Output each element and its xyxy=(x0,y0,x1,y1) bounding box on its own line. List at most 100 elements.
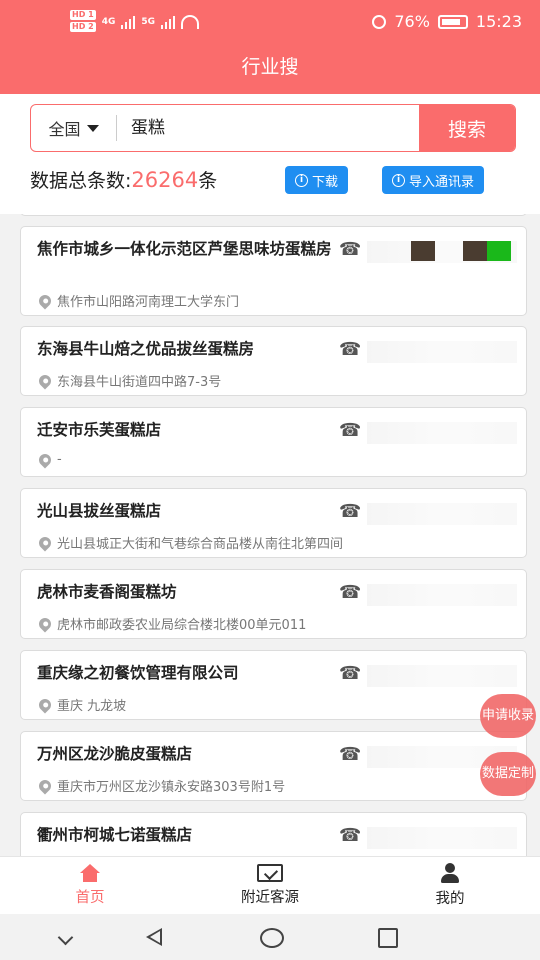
download-label: 下载 xyxy=(312,174,339,190)
business-name: 光山县拔丝蛋糕店 xyxy=(37,502,162,520)
business-address: 虎林市邮政委农业局综合楼北楼00单元011 xyxy=(36,614,307,633)
phone-icon[interactable]: ☎ xyxy=(339,239,361,260)
business-name: 虎林市麦香阁蛋糕坊 xyxy=(37,583,177,601)
phone-number-masked xyxy=(367,665,517,687)
location-pin-icon xyxy=(36,615,54,632)
list-item[interactable]: 迁安市乐芙蛋糕店 ☎ - xyxy=(20,407,527,477)
list-item[interactable]: 焦作市城乡一体化示范区芦堡思味坊蛋糕房 ☎ 焦作市山阳路河南理工大学东门 xyxy=(20,226,527,316)
list-item[interactable]: 光山县拔丝蛋糕店 ☎ 光山县城正大街和气巷综合商品楼从南往北第四间 xyxy=(20,488,527,558)
search-button[interactable]: 搜索 xyxy=(419,105,515,151)
sim-badges: HD 1 HD 2 xyxy=(70,10,96,34)
battery-icon xyxy=(437,14,468,29)
phone-icon[interactable]: ☎ xyxy=(339,663,361,684)
business-name: 衢州市柯城七诺蛋糕店 xyxy=(37,826,193,844)
count-value: 26264 xyxy=(131,168,199,192)
phone-icon[interactable]: ☎ xyxy=(339,744,361,765)
address-text: 重庆市万州区龙沙镇永安路303号附1号 xyxy=(57,780,286,795)
tab-label: 附近客源 xyxy=(241,890,299,906)
tab-nearby[interactable]: 附近客源 xyxy=(180,857,360,914)
location-pin-icon xyxy=(36,696,54,713)
masked-block xyxy=(487,241,511,261)
sim1-badge: HD 1 xyxy=(70,10,96,20)
list-item[interactable]: 虎林市麦香阁蛋糕坊 ☎ 虎林市邮政委农业局综合楼北楼00单元011 xyxy=(20,569,527,639)
import-label: 导入通讯录 xyxy=(409,174,475,190)
profile-icon xyxy=(440,863,460,883)
count-prefix: 数据总条数: xyxy=(30,170,132,192)
tab-home[interactable]: 首页 xyxy=(0,857,180,914)
business-name: 焦作市城乡一体化示范区芦堡思味坊蛋糕房 xyxy=(37,240,332,258)
business-name: 万州区龙沙脆皮蛋糕店 xyxy=(37,745,193,763)
phone-icon[interactable]: ☎ xyxy=(339,825,361,846)
network1-label: 4G xyxy=(101,17,116,27)
phone-number-masked xyxy=(367,503,517,525)
phone-number-masked xyxy=(367,827,517,849)
location-pin-icon xyxy=(36,777,54,794)
region-select[interactable]: 全国 xyxy=(31,115,117,141)
back-icon[interactable] xyxy=(146,928,162,946)
phone-number-masked xyxy=(367,584,517,606)
business-name: 东海县牛山焙之优品拔丝蛋糕房 xyxy=(37,340,255,358)
address-text: 东海县牛山街道四中路7-3号 xyxy=(57,375,222,390)
phone-icon[interactable]: ☎ xyxy=(339,582,361,603)
business-address: 焦作市山阳路河南理工大学东门 xyxy=(36,291,240,310)
phone-icon[interactable]: ☎ xyxy=(339,501,361,522)
page-title: 行业搜 xyxy=(0,46,540,94)
signal1-icon xyxy=(121,15,136,29)
battery-percent: 76% xyxy=(394,12,430,31)
wifi-icon xyxy=(181,15,199,29)
clock: 15:23 xyxy=(475,12,522,31)
sim2-badge: HD 2 xyxy=(70,22,96,32)
location-pin-icon xyxy=(36,451,54,468)
business-address: 东海县牛山街道四中路7-3号 xyxy=(36,371,222,390)
results-list[interactable]: 焦作市城乡一体化示范区芦堡思味坊蛋糕房 ☎ 焦作市山阳路河南理工大学东门 东海县… xyxy=(0,214,540,856)
list-item[interactable]: 东海县牛山焙之优品拔丝蛋糕房 ☎ 东海县牛山街道四中路7-3号 xyxy=(20,326,527,396)
info-icon: i xyxy=(392,173,405,187)
phone-icon[interactable]: ☎ xyxy=(339,339,361,360)
masked-block xyxy=(411,241,435,261)
nearby-icon xyxy=(257,864,283,882)
list-item[interactable]: 重庆缘之初餐饮管理有限公司 ☎ 重庆 九龙坡 xyxy=(20,650,527,720)
business-name: 迁安市乐芙蛋糕店 xyxy=(37,421,162,439)
search-bar: 全国 搜索 xyxy=(30,104,516,152)
hide-nav-icon[interactable] xyxy=(57,929,74,946)
search-input[interactable] xyxy=(117,105,419,151)
recent-apps-icon[interactable] xyxy=(378,928,398,948)
signal2-icon xyxy=(161,15,175,29)
import-contacts-button[interactable]: i 导入通讯录 xyxy=(382,166,485,194)
tab-label: 首页 xyxy=(75,890,105,906)
list-item-partial[interactable] xyxy=(20,214,527,216)
phone-number-masked xyxy=(367,341,517,363)
business-address: 光山县城正大街和气巷综合商品楼从南往北第四间 xyxy=(36,533,344,552)
caret-down-icon xyxy=(86,124,99,132)
download-button[interactable]: i 下载 xyxy=(285,166,349,194)
address-text: - xyxy=(57,452,62,467)
search-panel: 全国 搜索 数据总条数:26264条 i 下载 i 导入通讯录 xyxy=(0,94,540,214)
phone-number-masked xyxy=(367,422,517,444)
home-circle-icon[interactable] xyxy=(260,928,284,948)
data-custom-button[interactable]: 数据定制 xyxy=(480,752,536,796)
address-text: 重庆 九龙坡 xyxy=(57,699,127,714)
apply-include-button[interactable]: 申请收录 xyxy=(480,694,536,738)
phone-icon[interactable]: ☎ xyxy=(339,420,361,441)
location-pin-icon xyxy=(36,372,54,389)
list-item[interactable]: 万州区龙沙脆皮蛋糕店 ☎ 重庆市万州区龙沙镇永安路303号附1号 xyxy=(20,731,527,801)
count-suffix: 条 xyxy=(198,170,218,192)
location-pin-icon xyxy=(36,292,54,309)
region-label: 全国 xyxy=(48,120,81,139)
address-text: 虎林市邮政委农业局综合楼北楼00单元011 xyxy=(57,618,307,633)
address-text: 光山县城正大街和气巷综合商品楼从南往北第四间 xyxy=(57,537,344,552)
list-item[interactable]: 衢州市柯城七诺蛋糕店 ☎ xyxy=(20,812,527,856)
business-address: 重庆市万州区龙沙镇永安路303号附1号 xyxy=(36,776,286,795)
system-nav-bar xyxy=(0,914,540,960)
location-pin-icon xyxy=(36,534,54,551)
alarm-icon xyxy=(372,14,387,29)
signal-group: HD 1 HD 2 4G 5G xyxy=(70,10,199,34)
network2-label: 5G xyxy=(141,17,155,27)
home-icon xyxy=(80,864,100,882)
tab-label: 我的 xyxy=(435,891,465,907)
masked-block xyxy=(463,241,487,261)
tab-profile[interactable]: 我的 xyxy=(360,857,540,914)
status-right: 76% 15:23 xyxy=(372,12,522,31)
bottom-tab-bar: 首页 附近客源 我的 xyxy=(0,856,540,914)
address-text: 焦作市山阳路河南理工大学东门 xyxy=(57,295,240,310)
